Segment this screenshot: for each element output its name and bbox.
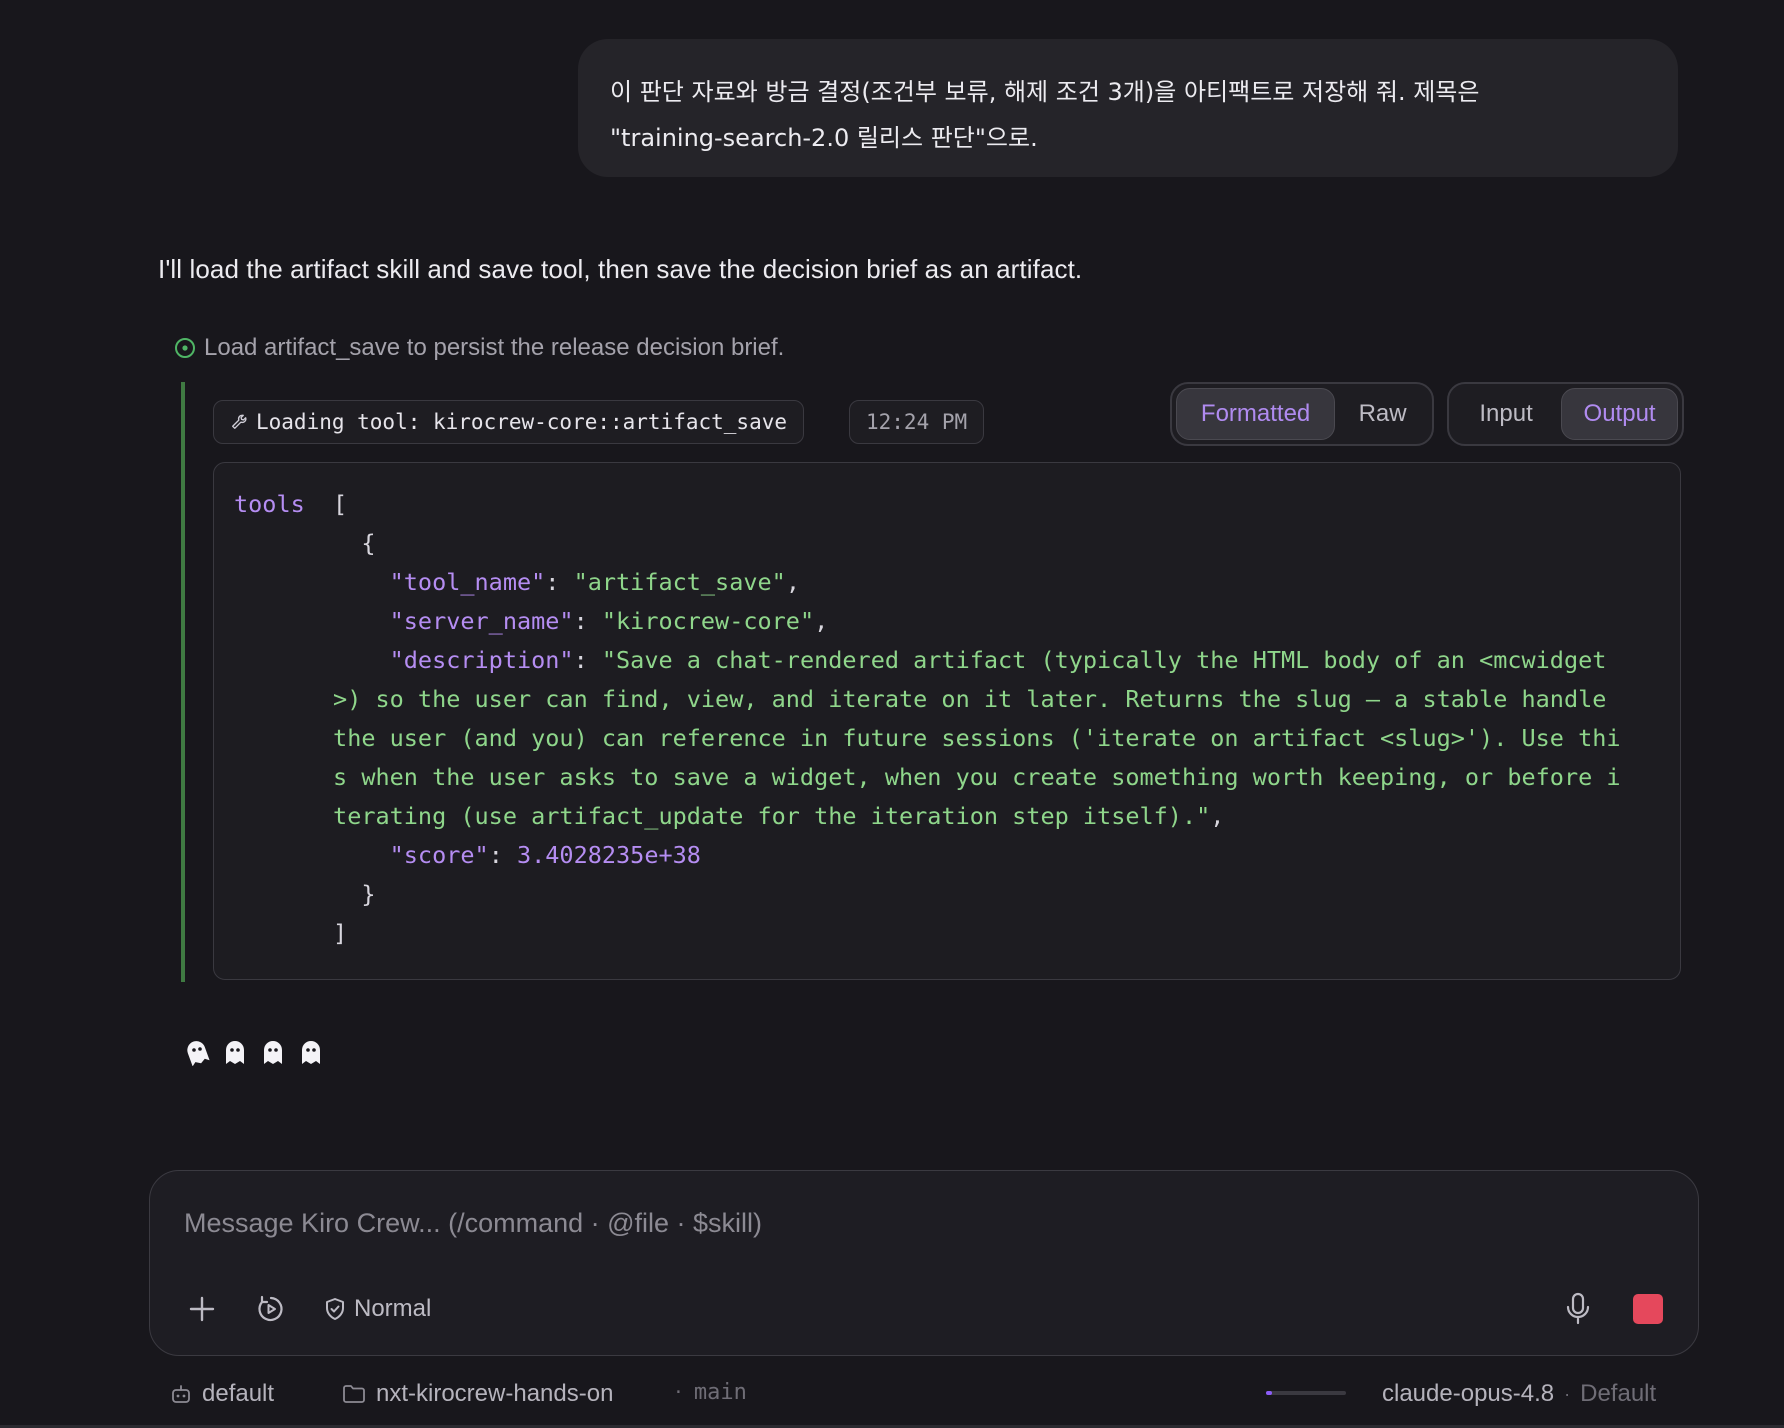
ghost-icon — [187, 1041, 210, 1066]
user-message-bubble: 이 판단 자료와 방금 결정(조건부 보류, 해제 조건 3개)을 아티팩트로 … — [578, 39, 1678, 177]
tool-call-block: Loading tool: kirocrew-core::artifact_sa… — [181, 382, 1685, 982]
tool-title: Loading tool: kirocrew-core::artifact_sa… — [256, 410, 788, 434]
io-toggle: Input Output — [1447, 382, 1684, 446]
mode-label: Normal — [354, 1295, 432, 1322]
view-mode-toggle: Formatted Raw — [1170, 382, 1434, 446]
attach-button[interactable] — [182, 1289, 222, 1329]
microphone-icon — [1566, 1292, 1590, 1325]
stop-icon — [1633, 1294, 1663, 1324]
model-selector[interactable]: claude-opus-4.8 · Default — [1382, 1380, 1656, 1408]
code-line: } — [361, 880, 376, 908]
step-label: Load artifact_save to persist the releas… — [204, 334, 785, 361]
tab-input[interactable]: Input — [1453, 388, 1559, 440]
assistant-message: I'll load the artifact skill and save to… — [158, 254, 1083, 284]
mode-selector[interactable]: Normal — [324, 1289, 431, 1329]
ghost-icon — [226, 1041, 244, 1064]
code-line: the user (and you) can reference in futu… — [333, 724, 1621, 752]
in-progress-icon — [175, 338, 195, 358]
wrench-icon — [232, 414, 247, 429]
tab-output[interactable]: Output — [1561, 388, 1678, 440]
tool-title-chip[interactable]: Loading tool: kirocrew-core::artifact_sa… — [213, 400, 805, 444]
code-line: "score": 3.4028235e+38 — [389, 841, 701, 869]
branch-name: main — [693, 1380, 747, 1405]
tab-raw[interactable]: Raw — [1337, 388, 1428, 440]
code-line: "description": "Save a chat-rendered art… — [389, 646, 1607, 674]
code-line: ] — [333, 919, 348, 947]
user-message-line-1: 이 판단 자료와 방금 결정(조건부 보류, 해제 조건 3개)을 아티팩트로 … — [610, 78, 1480, 106]
code-line: "tool_name": "artifact_save", — [389, 568, 800, 596]
code-line: >) so the user can find, view, and itera… — [333, 685, 1607, 713]
rotate-play-icon — [258, 1295, 283, 1322]
user-message-line-2: "training-search-2.0 릴리스 판단"으로. — [610, 124, 1038, 152]
loading-indicator — [184, 1038, 324, 1066]
branch-indicator: · main — [673, 1380, 747, 1405]
folder-icon — [343, 1385, 365, 1403]
code-key: tools — [234, 490, 305, 518]
code-line: terating (use artifact_update for the it… — [333, 802, 1225, 830]
ghost-icon — [302, 1041, 320, 1064]
code-line: tools [ — [234, 490, 348, 518]
code-line: "server_name": "kirocrew-core", — [389, 607, 829, 635]
tab-formatted[interactable]: Formatted — [1176, 388, 1336, 440]
ghost-icon — [264, 1041, 282, 1064]
context-usage-fill — [1266, 1391, 1273, 1395]
shield-icon — [326, 1298, 344, 1320]
robot-icon — [172, 1385, 190, 1403]
agent-selector[interactable]: default — [170, 1380, 274, 1408]
tool-timestamp: 12:24 PM — [849, 400, 985, 444]
tool-output-code: tools [ { "tool_name": "artifact_save", … — [213, 462, 1681, 980]
model-separator: · — [1564, 1383, 1571, 1404]
skills-button[interactable] — [251, 1289, 291, 1329]
stop-button[interactable] — [1630, 1291, 1666, 1327]
project-selector[interactable]: nxt-kirocrew-hands-on — [342, 1380, 613, 1408]
status-bar: default nxt-kirocrew-hands-on · main cla… — [0, 1372, 1784, 1428]
context-usage-bar — [1266, 1391, 1346, 1395]
profile-name: Default — [1580, 1380, 1657, 1407]
step-status: Load artifact_save to persist the releas… — [174, 334, 784, 362]
voice-input-button[interactable] — [1556, 1287, 1600, 1331]
project-name: nxt-kirocrew-hands-on — [376, 1380, 614, 1407]
plus-icon — [189, 1296, 215, 1322]
branch-separator: · — [673, 1382, 684, 1403]
code-line: s when the user asks to save a widget, w… — [333, 763, 1621, 791]
model-name: claude-opus-4.8 — [1382, 1380, 1555, 1407]
code-line: { — [361, 529, 376, 557]
message-composer: Normal — [149, 1170, 1699, 1356]
agent-name: default — [202, 1380, 275, 1407]
message-input[interactable] — [182, 1201, 1486, 1245]
